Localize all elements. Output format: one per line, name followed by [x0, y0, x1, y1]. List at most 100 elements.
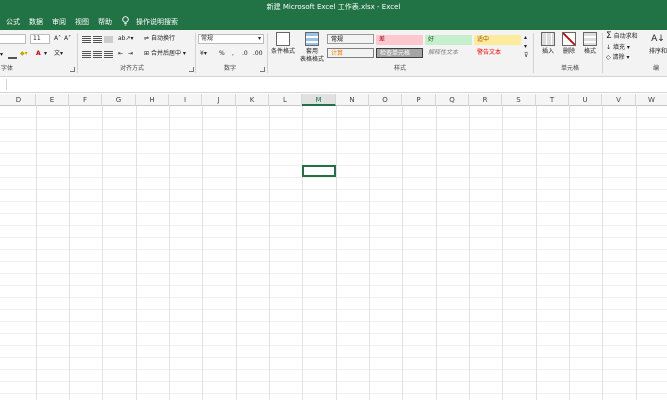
phonetic-icon[interactable]: 文▾	[54, 50, 63, 58]
clear-button[interactable]: ◇ 清除 ▾	[606, 54, 629, 62]
column-header-t[interactable]: T	[536, 94, 569, 106]
style-calculation[interactable]: 计算	[327, 48, 374, 58]
tab-help[interactable]: 帮助	[98, 17, 112, 27]
style-normal[interactable]: 常规	[327, 34, 374, 44]
chevron-down-icon: ▾	[257, 35, 261, 42]
column-header-i[interactable]: I	[169, 94, 202, 106]
grid-line	[36, 106, 37, 400]
sort-filter-button[interactable]: A↓ 排序和	[646, 32, 667, 56]
style-neutral[interactable]: 适中	[474, 35, 521, 45]
conditional-format-button[interactable]: 条件格式	[270, 32, 296, 56]
grid-line	[569, 106, 570, 400]
alignment-dialog-launcher[interactable]	[189, 67, 194, 72]
fill-button[interactable]: ↓ 填充 ▾	[606, 44, 630, 52]
column-header-d[interactable]: D	[2, 94, 36, 106]
wrap-text-label: 自动换行	[150, 35, 175, 42]
currency-icon[interactable]: ¥▾	[200, 50, 207, 58]
border-icon[interactable]	[8, 51, 17, 59]
font-size-box[interactable]: 11	[30, 34, 50, 44]
delete-button[interactable]: 删除	[559, 32, 579, 56]
column-header-v[interactable]: V	[602, 94, 636, 106]
delete-label: 删除	[562, 48, 575, 55]
merge-center-button[interactable]: ⊞ 合并后居中 ▾	[144, 50, 186, 58]
style-warning[interactable]: 警告文本	[474, 48, 521, 58]
font-color-icon[interactable]: A	[36, 50, 41, 58]
alignment-group-label: 对齐方式	[120, 65, 145, 72]
tab-formulas[interactable]: 公式	[6, 17, 20, 27]
style-good[interactable]: 好	[425, 35, 472, 45]
active-cell[interactable]	[302, 165, 336, 177]
column-header-r[interactable]: R	[469, 94, 502, 106]
column-header-u[interactable]: U	[569, 94, 602, 106]
column-header-l[interactable]: L	[269, 94, 302, 106]
decrease-indent-icon[interactable]: ⇤	[118, 50, 123, 58]
column-header-w[interactable]: W	[636, 94, 667, 106]
sigma-icon: Σ	[606, 31, 612, 41]
styles-scroll-down-icon[interactable]: ▾	[524, 43, 527, 51]
formula-input[interactable]	[6, 79, 667, 90]
underline-icon[interactable]: ▾	[0, 51, 3, 59]
font-color-dropdown-icon[interactable]: ▾	[44, 50, 47, 58]
insert-button[interactable]: 插入	[538, 32, 558, 56]
font-dialog-launcher[interactable]	[70, 67, 75, 72]
number-format-select[interactable]: 常规 ▾	[198, 34, 264, 44]
styles-group-label: 样式	[393, 65, 406, 72]
column-header-p[interactable]: P	[402, 94, 436, 106]
column-header-s[interactable]: S	[502, 94, 536, 106]
styles-scroll-up-icon[interactable]: ▴	[524, 34, 527, 42]
format-button[interactable]: 格式	[580, 32, 600, 56]
tab-view[interactable]: 视图	[75, 17, 89, 27]
column-header-k[interactable]: K	[236, 94, 269, 106]
grid-line	[336, 106, 337, 400]
grid-line	[69, 106, 70, 400]
number-dialog-launcher[interactable]	[260, 67, 265, 72]
column-header-n[interactable]: N	[336, 94, 369, 106]
styles-more-icon[interactable]: ⊽	[524, 52, 528, 60]
column-header-e[interactable]: E	[36, 94, 69, 106]
tab-review[interactable]: 审阅	[52, 17, 66, 27]
font-name-box[interactable]	[0, 34, 26, 44]
column-header-h[interactable]: H	[136, 94, 169, 106]
percent-icon[interactable]: %	[219, 50, 225, 58]
column-header-q[interactable]: Q	[436, 94, 469, 106]
style-bad[interactable]: 差	[376, 35, 423, 45]
column-header-m[interactable]: M	[302, 94, 336, 106]
align-bottom-icon[interactable]	[104, 36, 113, 43]
fill-color-icon[interactable]: ◆▾	[20, 50, 28, 58]
group-separator	[602, 33, 603, 73]
column-header-o[interactable]: O	[369, 94, 402, 106]
align-left-icon[interactable]	[82, 51, 91, 58]
sort-filter-icon: A↓	[651, 34, 665, 44]
comma-style-icon[interactable]: ,	[232, 50, 234, 58]
title-bar: 新建 Microsoft Excel 工作表.xlsx - Excel	[0, 0, 667, 14]
cell-grid[interactable]	[0, 106, 667, 400]
format-as-table-label-1: 套用	[305, 48, 318, 55]
decrease-decimal-icon[interactable]: .00	[253, 50, 263, 58]
align-center-icon[interactable]	[93, 51, 102, 58]
column-header-f[interactable]: F	[69, 94, 102, 106]
column-header-j[interactable]: J	[202, 94, 236, 106]
wrap-text-button[interactable]: ⇌ 自动换行	[144, 35, 175, 43]
autosum-button[interactable]: Σ 自动求和	[606, 32, 638, 41]
orientation-icon[interactable]: ab↗▾	[118, 35, 134, 43]
style-explanatory[interactable]: 解释性文本	[425, 48, 472, 58]
tab-data[interactable]: 数据	[29, 17, 43, 27]
increase-indent-icon[interactable]: ⇥	[128, 50, 133, 58]
style-check-cell[interactable]: 检查单元格	[376, 48, 423, 58]
group-separator	[533, 33, 534, 73]
align-right-icon[interactable]	[104, 51, 113, 58]
style-normal-label: 常规	[331, 36, 344, 43]
increase-font-icon[interactable]: A˄	[54, 35, 61, 43]
merge-center-label: 合并后居中	[150, 50, 181, 57]
lightbulb-icon[interactable]	[122, 16, 129, 27]
format-as-table-button[interactable]: 套用 表格格式	[298, 32, 326, 64]
clear-label: 清除	[612, 54, 625, 61]
decrease-font-icon[interactable]: A˅	[64, 35, 71, 43]
align-middle-icon[interactable]	[93, 36, 102, 43]
align-top-icon[interactable]	[82, 36, 91, 43]
style-bad-label: 差	[379, 36, 386, 43]
column-header-g[interactable]: G	[102, 94, 136, 106]
increase-decimal-icon[interactable]: .0	[242, 50, 248, 58]
grid-line	[302, 106, 303, 400]
tell-me-search[interactable]: 操作说明搜索	[136, 17, 178, 27]
